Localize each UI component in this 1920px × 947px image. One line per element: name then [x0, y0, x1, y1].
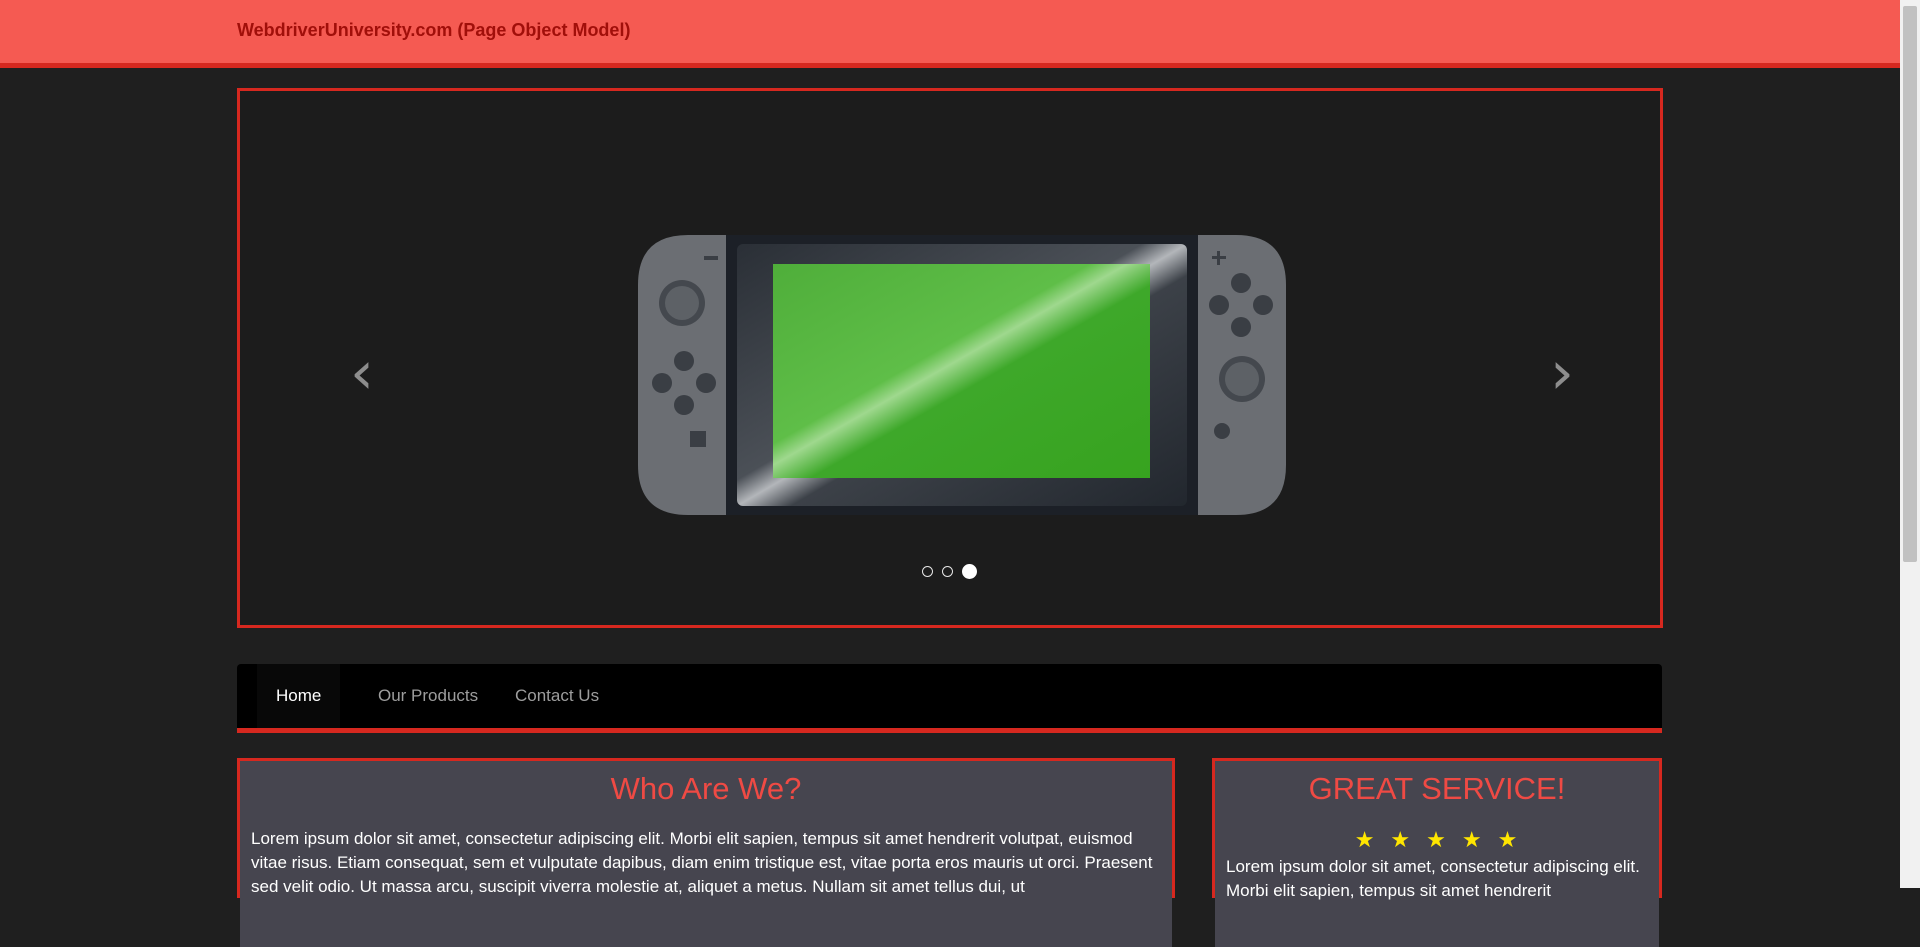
great-service-panel: GREAT SERVICE! ★★★★★ Lorem ipsum dolor s…	[1212, 758, 1662, 947]
product-carousel: ‹ ›	[237, 88, 1663, 628]
scrollbar-thumb[interactable]	[1903, 6, 1917, 562]
site-brand-link[interactable]: WebdriverUniversity.com (Page Object Mod…	[237, 20, 630, 41]
great-service-text: Lorem ipsum dolor sit amet, consectetur …	[1226, 857, 1640, 900]
carousel-prev-icon[interactable]: ‹	[332, 343, 392, 403]
rating-stars-icon: ★★★★★	[1354, 827, 1534, 852]
carousel-indicator-1[interactable]	[922, 566, 933, 577]
who-are-we-text: Lorem ipsum dolor sit amet, consectetur …	[240, 817, 1172, 947]
carousel-indicator-3-active[interactable]	[962, 564, 977, 579]
who-are-we-panel: Who Are We? Lorem ipsum dolor sit amet, …	[237, 758, 1175, 947]
carousel-next-icon[interactable]: ›	[1532, 343, 1592, 403]
great-service-title: GREAT SERVICE!	[1215, 761, 1659, 817]
who-are-we-title: Who Are We?	[240, 761, 1172, 817]
nav-contact-us-link[interactable]: Contact Us	[496, 664, 618, 728]
top-header-bar: WebdriverUniversity.com (Page Object Mod…	[0, 0, 1900, 68]
carousel-indicator-2[interactable]	[942, 566, 953, 577]
nav-our-products-link[interactable]: Our Products	[359, 664, 497, 728]
great-service-body: ★★★★★ Lorem ipsum dolor sit amet, consec…	[1215, 817, 1659, 947]
carousel-indicators	[922, 564, 982, 582]
game-console-image	[638, 235, 1286, 515]
main-navbar: Home Our Products Contact Us	[237, 664, 1662, 733]
page-scrollbar[interactable]	[1900, 0, 1920, 888]
nav-home-link[interactable]: Home	[257, 664, 341, 728]
